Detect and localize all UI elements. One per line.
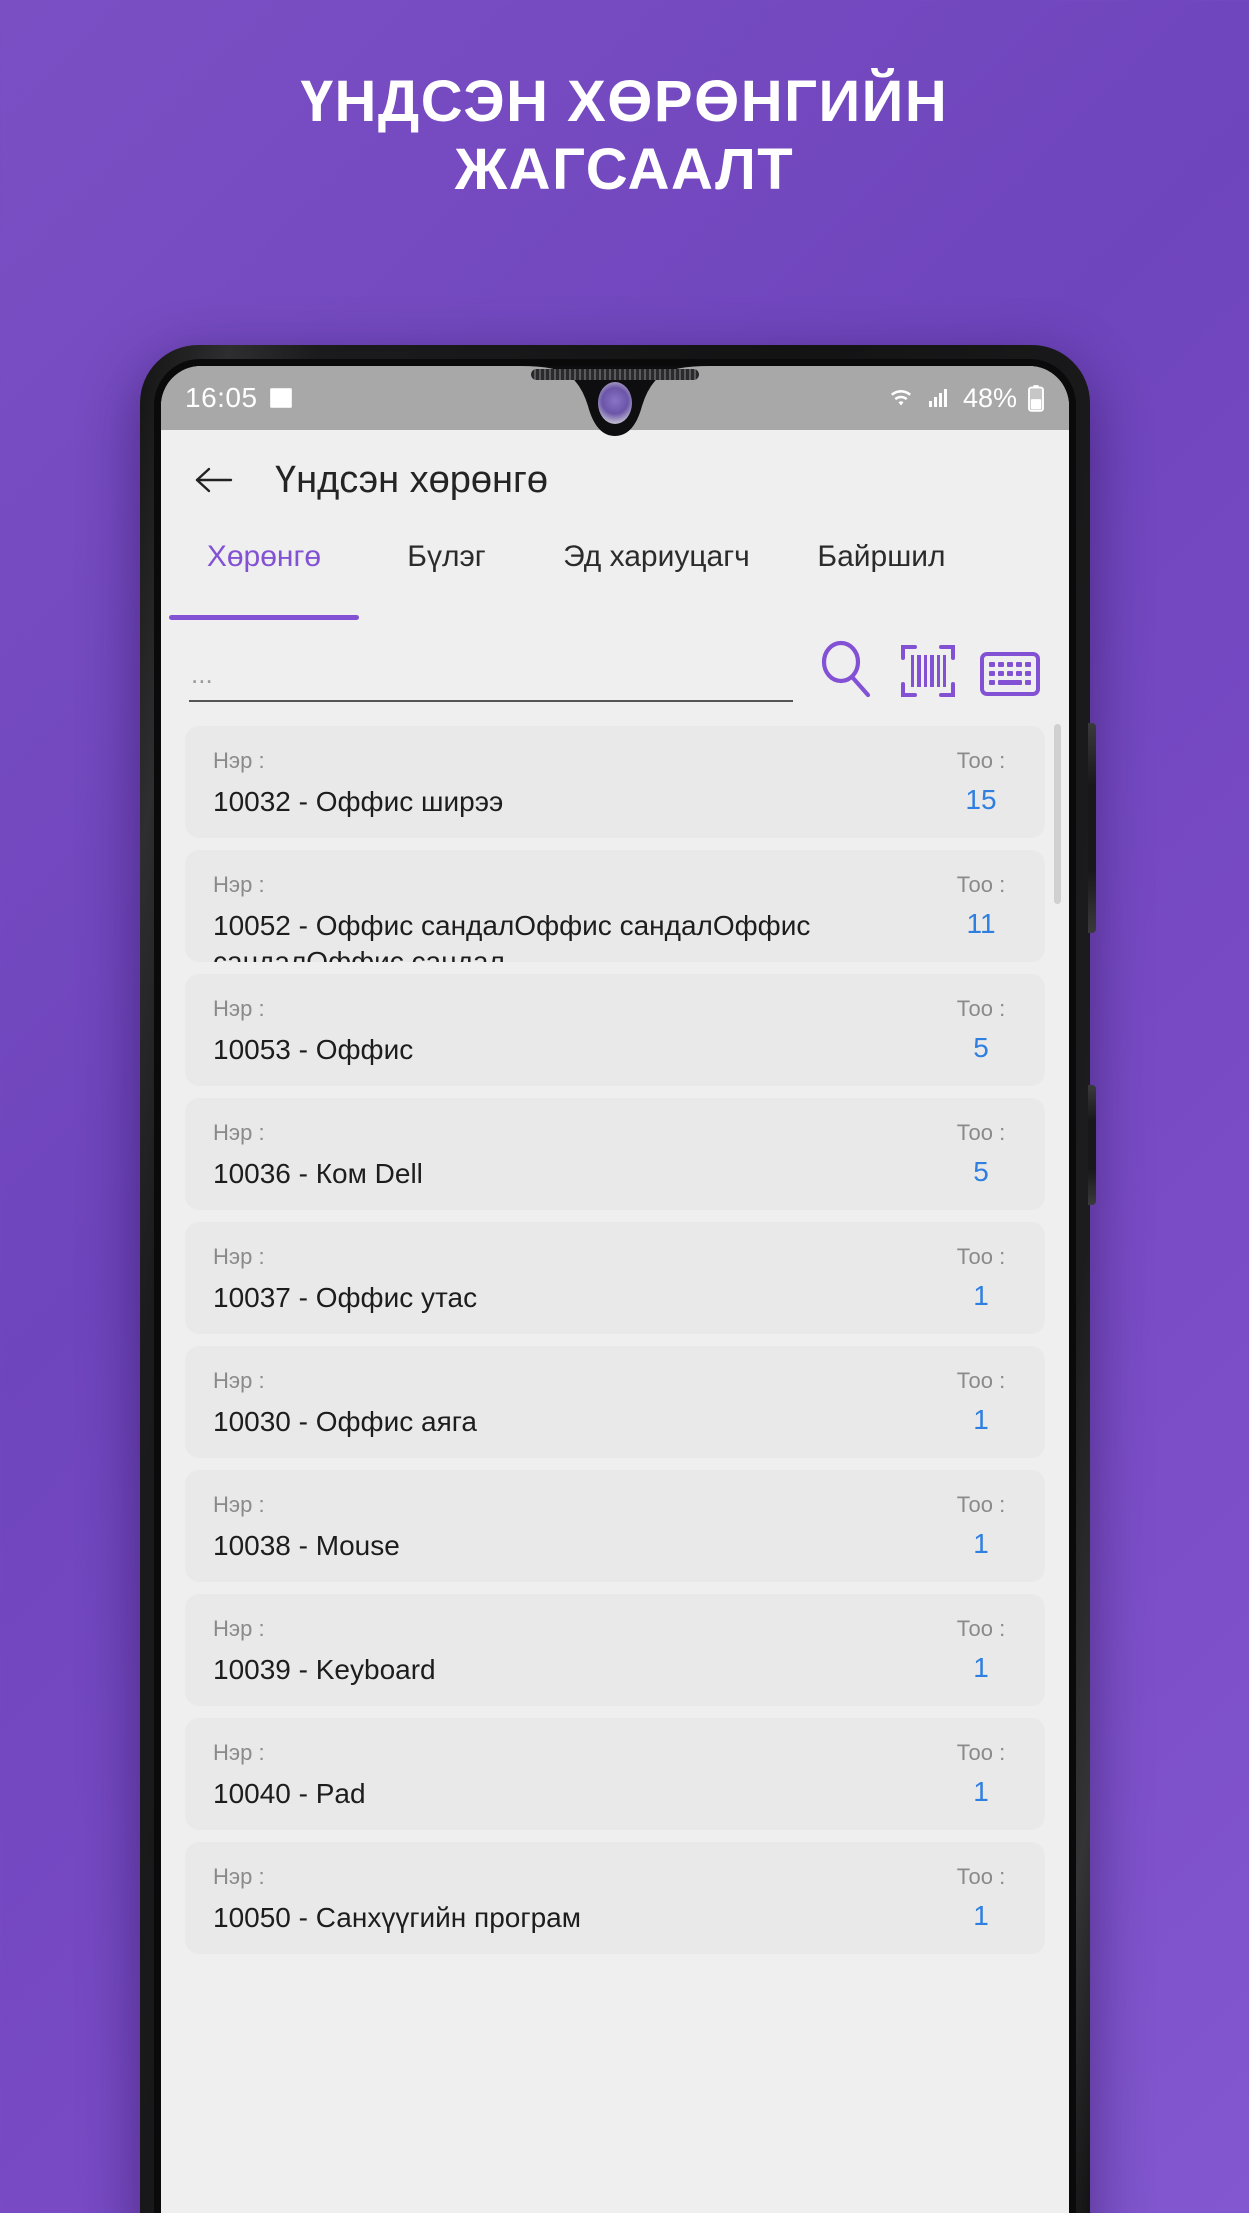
asset-count: 1: [973, 1404, 989, 1435]
table-row[interactable]: Нэр : 10036 - Ком Dell Тоо : 5: [185, 1098, 1045, 1210]
asset-name: 10038 - Mouse: [213, 1530, 400, 1561]
name-label: Нэр :: [213, 1244, 265, 1269]
name-label: Нэр :: [213, 1864, 265, 1889]
name-label: Нэр :: [213, 1368, 265, 1393]
count-label: Тоо :: [956, 996, 1006, 1021]
table-row[interactable]: Нэр : 10053 - Оффис Тоо : 5: [185, 974, 1045, 1086]
asset-name: 10052 - Оффис сандалОффис сандалОффис са…: [213, 910, 811, 962]
page-title-line-2: ЖАГСААЛТ: [454, 137, 795, 203]
asset-name: 10032 - Оффис ширээ: [213, 786, 504, 817]
count-label: Тоо :: [956, 1492, 1006, 1517]
list-scrollbar[interactable]: [1054, 724, 1061, 904]
back-arrow-icon[interactable]: [191, 458, 235, 502]
count-label: Тоо :: [956, 1740, 1006, 1765]
asset-name: 10053 - Оффис: [213, 1034, 414, 1065]
asset-count: 15: [965, 784, 997, 815]
asset-name: 10050 - Санхүүгийн програм: [213, 1902, 581, 1933]
table-row[interactable]: Нэр : 10038 - Mouse Тоо : 1: [185, 1470, 1045, 1582]
count-label: Тоо :: [956, 748, 1006, 773]
tab-label: Байршил: [817, 540, 946, 573]
asset-name: 10039 - Keyboard: [213, 1654, 436, 1685]
count-label: Тоо :: [956, 1120, 1006, 1145]
earpiece-speaker: [531, 369, 699, 380]
page-title-line-1: ҮНДСЭН ХӨРӨНГИЙН: [300, 69, 949, 134]
name-label: Нэр :: [213, 748, 265, 773]
name-label: Нэр :: [213, 872, 265, 897]
asset-name: 10036 - Ком Dell: [213, 1158, 423, 1189]
table-row[interactable]: Нэр : 10037 - Оффис утас Тоо : 1: [185, 1222, 1045, 1334]
name-label: Нэр :: [213, 1120, 265, 1145]
page-title: ҮНДСЭН ХӨРӨНГИЙН ЖАГСААЛТ: [0, 68, 1249, 205]
table-row[interactable]: Нэр : 10030 - Оффис аяга Тоо : 1: [185, 1346, 1045, 1458]
tab-label: Хөрөнгө: [206, 540, 322, 573]
battery-percent-label: 48%: [962, 382, 1017, 413]
power-button[interactable]: [1088, 1085, 1096, 1205]
name-label: Нэр :: [213, 1740, 265, 1765]
table-row[interactable]: Нэр : 10052 - Оффис сандалОффис сандалОф…: [185, 850, 1045, 962]
asset-name: 10030 - Оффис аяга: [213, 1406, 477, 1437]
barcode-scan-icon[interactable]: [899, 642, 957, 702]
name-label: Нэр :: [213, 1616, 265, 1641]
keyboard-icon[interactable]: [979, 648, 1041, 702]
asset-count: 1: [973, 1528, 989, 1559]
promo-banner: ҮНДСЭН ХӨРӨНГИЙН ЖАГСААЛТ: [0, 0, 1249, 205]
front-camera-icon: [598, 382, 632, 424]
search-input[interactable]: [189, 659, 793, 692]
tab-bairshil[interactable]: Байршил: [779, 530, 984, 620]
asset-count: 5: [973, 1156, 989, 1187]
asset-count: 1: [973, 1776, 989, 1807]
tab-label: Эд хариуцагч: [563, 540, 750, 573]
battery-icon: [1027, 384, 1045, 412]
tab-buleg[interactable]: Бүлэг: [359, 530, 534, 620]
status-bar-time: 16:05: [185, 382, 258, 413]
tab-khorongo[interactable]: Хөрөнгө: [169, 530, 359, 620]
table-row[interactable]: Нэр : 10032 - Оффис ширээ Тоо : 15: [185, 726, 1045, 838]
search-row: [161, 620, 1069, 718]
phone-screen: 16:05 48% Үндсэн хөрөнгө Хөрөнгө Бүлэг Э…: [161, 366, 1069, 2213]
asset-name: 10037 - Оффис утас: [213, 1282, 478, 1313]
cellular-signal-icon: [925, 386, 951, 410]
volume-button[interactable]: [1088, 723, 1096, 933]
app-bar-title: Үндсэн хөрөнгө: [275, 458, 549, 501]
count-label: Тоо :: [956, 1616, 1006, 1641]
image-icon: [268, 385, 294, 411]
tab-bar: Хөрөнгө Бүлэг Эд хариуцагч Байршил: [161, 530, 1069, 620]
search-field[interactable]: [189, 646, 793, 702]
count-label: Тоо :: [956, 872, 1006, 897]
asset-list[interactable]: Нэр : 10032 - Оффис ширээ Тоо : 15 Нэр :…: [161, 718, 1069, 2213]
table-row[interactable]: Нэр : 10040 - Pad Тоо : 1: [185, 1718, 1045, 1830]
count-label: Тоо :: [956, 1368, 1006, 1393]
asset-count: 1: [973, 1652, 989, 1683]
table-row[interactable]: Нэр : 10050 - Санхүүгийн програм Тоо : 1: [185, 1842, 1045, 1954]
asset-count: 1: [973, 1280, 989, 1311]
asset-count: 5: [973, 1032, 989, 1063]
count-label: Тоо :: [956, 1244, 1006, 1269]
table-row[interactable]: Нэр : 10039 - Keyboard Тоо : 1: [185, 1594, 1045, 1706]
count-label: Тоо :: [956, 1864, 1006, 1889]
asset-count: 11: [966, 908, 996, 939]
tab-ed-khariutsagch[interactable]: Эд хариуцагч: [534, 530, 779, 620]
asset-count: 1: [973, 1900, 989, 1931]
tab-label: Бүлэг: [407, 540, 486, 573]
wifi-icon: [887, 386, 915, 410]
phone-bezel: 16:05 48% Үндсэн хөрөнгө Хөрөнгө Бүлэг Э…: [154, 359, 1076, 2213]
name-label: Нэр :: [213, 996, 265, 1021]
phone-mockup: 16:05 48% Үндсэн хөрөнгө Хөрөнгө Бүлэг Э…: [140, 345, 1096, 2213]
name-label: Нэр :: [213, 1492, 265, 1517]
search-icon[interactable]: [815, 638, 877, 702]
asset-name: 10040 - Pad: [213, 1778, 366, 1809]
app-bar: Үндсэн хөрөнгө: [161, 430, 1069, 530]
